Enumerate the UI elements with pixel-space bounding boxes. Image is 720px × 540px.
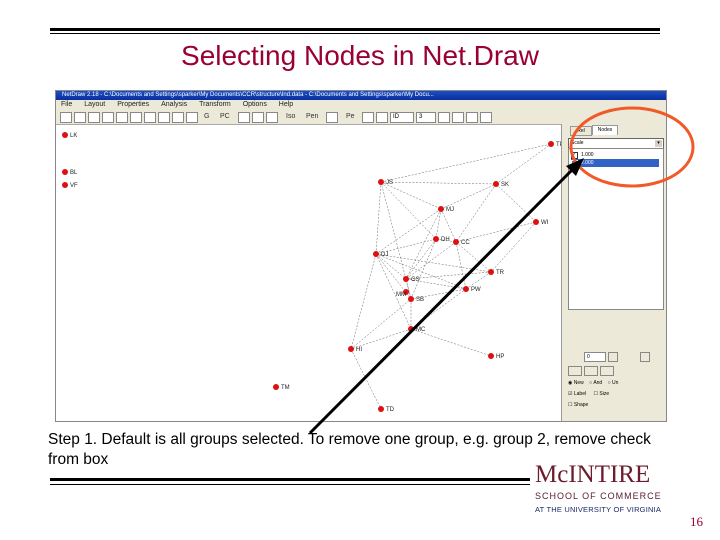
pointer-arrow <box>308 166 576 435</box>
highlight-circle <box>569 106 695 188</box>
page-number: 16 <box>690 514 703 529</box>
bottom-rule-thin <box>50 484 530 485</box>
logo-line-3: AT THE UNIVERSITY OF VIRGINIA <box>535 505 662 514</box>
logo-line-2: SCHOOL OF COMMERCE <box>535 491 662 501</box>
mcintire-logo: McINTIRE <box>535 461 651 488</box>
bottom-rule-thick <box>50 478 530 481</box>
